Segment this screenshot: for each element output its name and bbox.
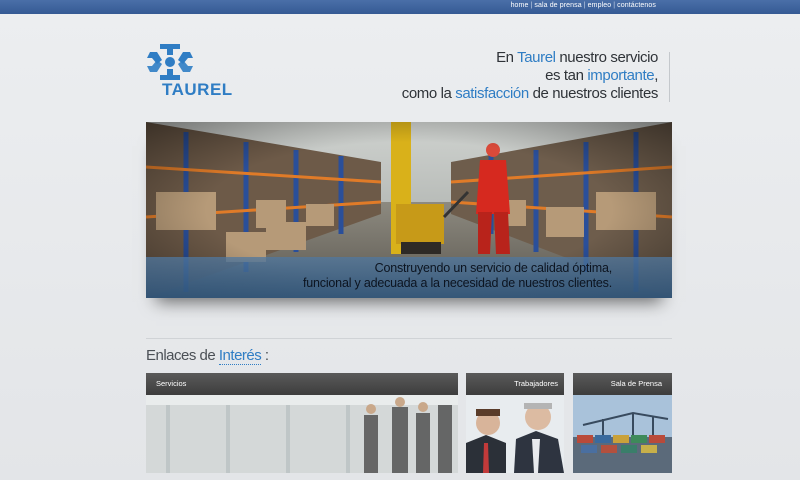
office-people-photo (146, 395, 458, 473)
nav-press-room-link[interactable]: sala de prensa (534, 2, 581, 9)
hero-caption-line-1: Construyendo un servicio de calidad ópti… (374, 261, 613, 275)
trabajadores-card[interactable]: Trabajadores (466, 373, 564, 473)
tagline-line-2: es tan importante, (402, 67, 658, 85)
section-title-text: Enlaces de (146, 347, 219, 364)
logo-wordmark: TAUREL (162, 80, 233, 99)
logo-mark-icon (147, 44, 193, 80)
hero-caption-text: Construyendo un servicio de calidad ópti… (303, 261, 612, 291)
trabajadores-card-title: Trabajadores (466, 373, 564, 395)
tagline-text: como la (401, 85, 456, 102)
tagline-line-3: como la satisfacción de nuestros cliente… (401, 85, 659, 103)
nav-contact-link[interactable]: contáctenos (617, 2, 656, 9)
workers-photo (466, 395, 564, 473)
servicios-card-title: Servicios (146, 373, 458, 395)
nav-jobs-link[interactable]: empleo (588, 2, 612, 9)
hero-banner: Construyendo un servicio de calidad ópti… (146, 122, 672, 298)
section-title-text: : (261, 347, 269, 364)
top-navigation: home | sala de prensa | empleo | contáctenos (511, 2, 656, 9)
tagline-text: nuestro servicio (555, 49, 658, 66)
servicios-card[interactable]: Servicios (146, 373, 458, 473)
tagline: En Taurel nuestro servicio es tan import… (401, 49, 659, 103)
nav-home-link[interactable]: home (511, 2, 529, 9)
tagline-brand: Taurel (517, 49, 556, 66)
tagline-text: En (496, 49, 518, 66)
top-bar (0, 0, 800, 14)
sala-de-prensa-card[interactable]: Sala de Prensa (573, 373, 672, 473)
tagline-text: de nuestros clientes (528, 85, 659, 102)
tagline-highlight: importante (587, 67, 655, 84)
section-divider (146, 338, 672, 339)
hero-caption-line-2: funcional y adecuada a la necesidad de n… (303, 276, 612, 290)
tagline-text: es tan (545, 67, 588, 84)
hero-caption-bar: Construyendo un servicio de calidad ópti… (146, 257, 672, 298)
tagline-line-1: En Taurel nuestro servicio (402, 49, 658, 67)
sala-de-prensa-card-title: Sala de Prensa (573, 373, 672, 395)
section-title-highlight: Interés (218, 347, 262, 365)
tagline-divider (669, 52, 670, 102)
port-cranes-photo (573, 395, 672, 473)
tagline-text: , (654, 67, 658, 84)
tagline-highlight: satisfacción (455, 85, 529, 102)
section-title: Enlaces de Interés : (146, 347, 269, 365)
